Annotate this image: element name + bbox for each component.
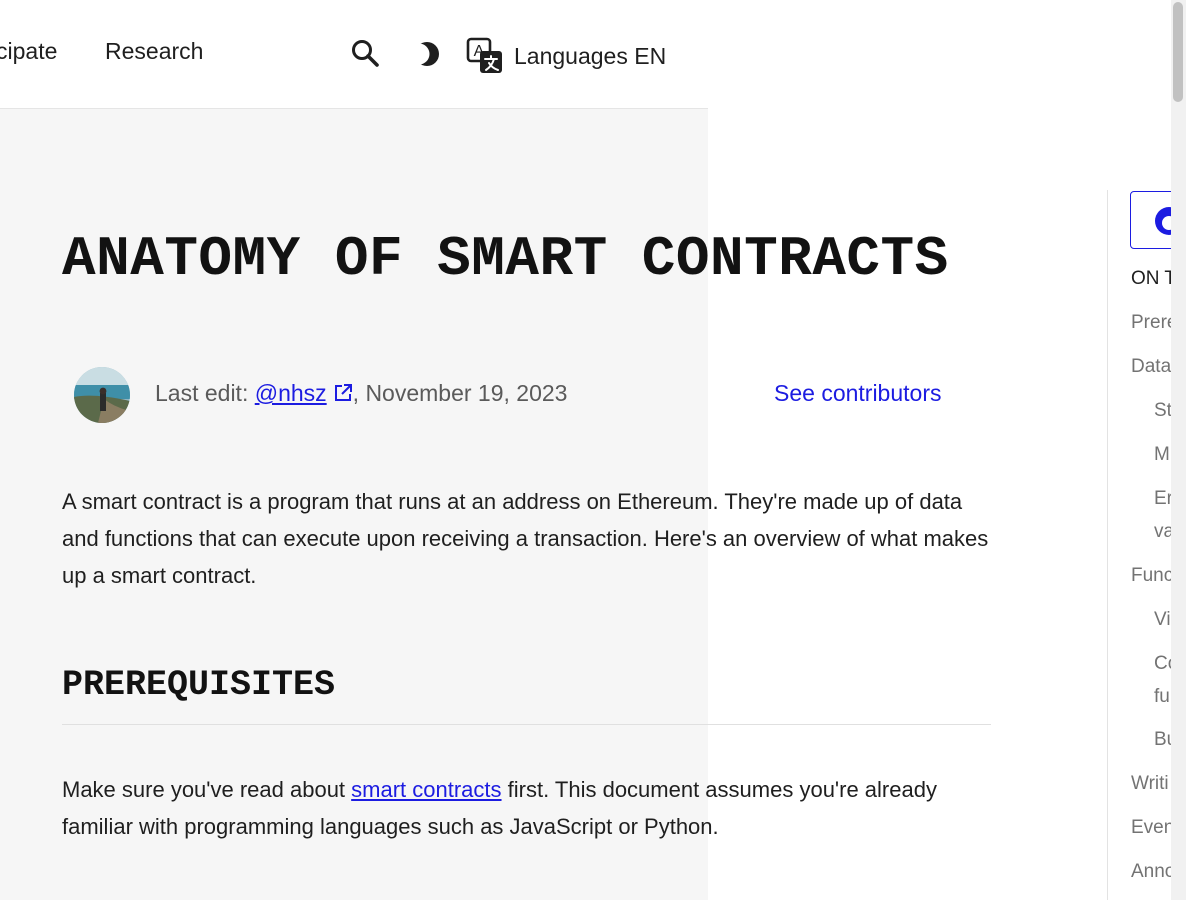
last-edit-row: Last edit: @nhsz , November 19, 2023 See… — [74, 367, 954, 425]
theme-toggle-button[interactable] — [408, 38, 442, 75]
prerequisites-heading: PREREQUISITES — [62, 665, 336, 705]
search-button[interactable] — [350, 38, 380, 73]
translate-icon: A — [466, 37, 502, 73]
toc-item-data[interactable]: Data — [1131, 356, 1171, 378]
last-edit-text: Last edit: @nhsz , November 19, 2023 — [155, 380, 567, 407]
smart-contracts-link[interactable]: smart contracts — [351, 777, 501, 802]
see-contributors-button[interactable]: See contributors — [774, 380, 941, 407]
nav-link-research[interactable]: Research — [105, 38, 203, 65]
toc-item-constructor-line2[interactable]: fu — [1154, 686, 1170, 708]
search-icon — [352, 40, 379, 67]
heading-divider — [62, 724, 991, 725]
scrollbar-track[interactable] — [1171, 0, 1186, 900]
top-navigation-bar: cipate Research A Languages EN — [0, 0, 708, 109]
intro-paragraph: A smart contract is a program that runs … — [62, 489, 989, 588]
prerequisites-paragraph: Make sure you've read about smart contra… — [62, 771, 992, 845]
toc-divider — [1107, 190, 1108, 900]
author-link[interactable]: @nhsz — [255, 380, 327, 406]
scrollbar-thumb[interactable] — [1173, 2, 1183, 102]
toc-item-events[interactable]: Even — [1131, 817, 1174, 839]
toc-item-functions[interactable]: Func — [1131, 565, 1173, 587]
prereq-text-before: Make sure you've read about — [62, 777, 352, 802]
external-link-icon — [334, 384, 352, 401]
page-title: ANATOMY OF SMART CONTRACTS — [62, 227, 949, 291]
languages-button[interactable]: A Languages EN — [466, 36, 666, 76]
toc-item-memory[interactable]: M — [1154, 444, 1170, 466]
avatar[interactable] — [74, 367, 130, 423]
toc-title: ON T — [1131, 268, 1177, 289]
last-edit-prefix: Last edit: — [155, 380, 255, 406]
toc-item-annotated[interactable]: Anno — [1131, 861, 1175, 883]
last-edit-date: , November 19, 2023 — [352, 380, 568, 406]
nav-link-participate[interactable]: cipate — [0, 38, 57, 65]
toc-item-storage[interactable]: St — [1154, 400, 1172, 422]
toc-item-view[interactable]: Vi — [1154, 609, 1171, 631]
languages-label: Languages EN — [514, 42, 667, 69]
moon-icon — [408, 42, 439, 66]
toc-item-writing[interactable]: Writi — [1131, 773, 1169, 795]
